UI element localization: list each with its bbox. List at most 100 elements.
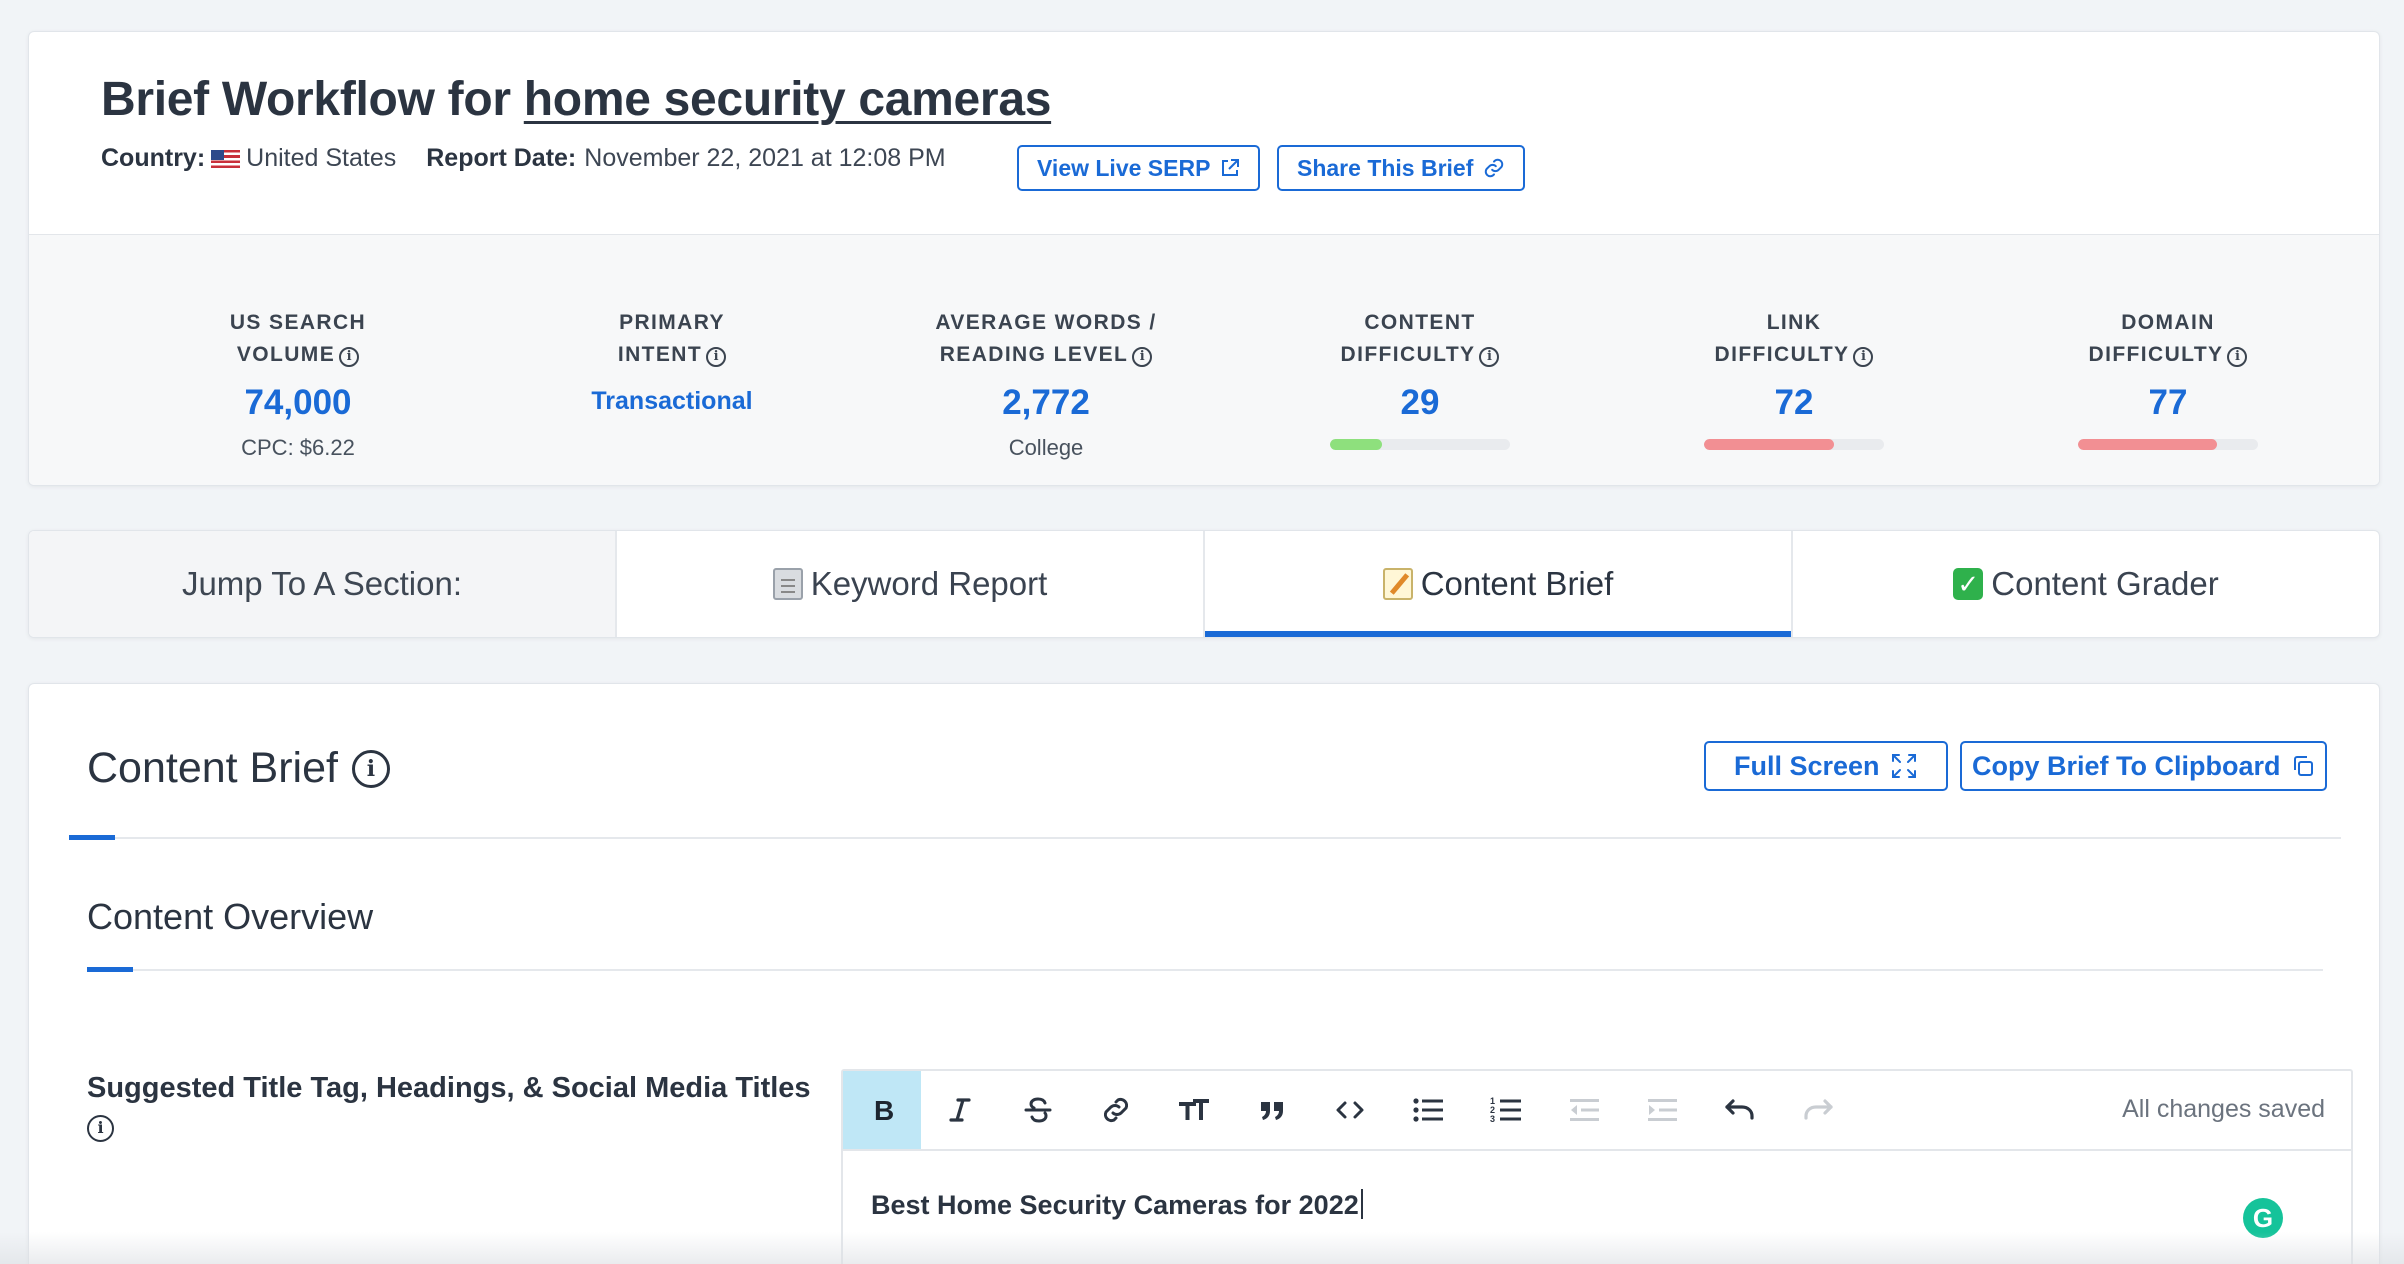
stat-value: Transactional [591, 387, 753, 415]
bold-button[interactable]: B [843, 1071, 921, 1149]
stat-label-line2: VOLUME [236, 343, 336, 366]
outdent-button[interactable] [1545, 1071, 1623, 1149]
save-status: All changes saved [2122, 1095, 2325, 1123]
editor-content[interactable]: Best Home Security Cameras for 2022 [871, 1189, 1363, 1221]
stat-label-line1: DOMAIN [2121, 311, 2215, 334]
redo-button[interactable] [1779, 1071, 1857, 1149]
expand-icon [1891, 754, 1916, 778]
info-icon[interactable]: i [339, 347, 360, 367]
indent-button[interactable] [1623, 1071, 1701, 1149]
tab-content-grader[interactable]: ✓ Content Grader [1793, 531, 2379, 637]
strikethrough-button[interactable] [999, 1071, 1077, 1149]
us-flag-icon [211, 149, 241, 168]
info-icon[interactable]: i [351, 749, 390, 788]
memo-icon [1382, 568, 1413, 600]
info-icon[interactable]: i [2227, 347, 2248, 367]
content-overview-title: Content Overview [87, 896, 374, 937]
stat-label: DOMAIN DIFFICULTY i [2018, 307, 2318, 371]
copy-brief-label: Copy Brief To Clipboard [1972, 750, 2281, 781]
undo-icon [1725, 1099, 1754, 1120]
clipboard-icon [772, 568, 803, 600]
numbered-list-button[interactable]: 123 [1467, 1071, 1545, 1149]
code-button[interactable] [1311, 1071, 1389, 1149]
code-icon [1336, 1101, 1364, 1119]
link-icon [1485, 158, 1504, 178]
editor-title-text[interactable]: Best Home Security Cameras for 2022 [871, 1190, 1359, 1220]
svg-text:3: 3 [1490, 1114, 1495, 1124]
stat-label-line2: READING LEVEL [939, 343, 1129, 366]
difficulty-bar-fill [1704, 439, 1834, 450]
view-live-serp-button[interactable]: View Live SERP [1017, 145, 1261, 191]
share-brief-button[interactable]: Share This Brief [1277, 145, 1526, 191]
brief-header-top: Brief Workflow for home security cameras… [29, 32, 2379, 234]
info-icon[interactable]: i [1479, 347, 1500, 367]
stat-label-line1: AVERAGE WORDS / [935, 311, 1157, 334]
difficulty-bar [1330, 439, 1510, 450]
italic-icon [949, 1098, 971, 1122]
bullet-list-button[interactable] [1389, 1071, 1467, 1149]
country-label: Country: [101, 144, 206, 172]
stat-label-line2: DIFFICULTY [1714, 343, 1850, 366]
overview-accent-bar [87, 967, 133, 972]
numbered-list-icon: 123 [1490, 1096, 1521, 1124]
stat-label-line1: PRIMARY [619, 311, 725, 334]
stat-label: AVERAGE WORDS / READING LEVEL i [896, 307, 1196, 371]
info-icon[interactable]: i [87, 1115, 114, 1142]
share-brief-label: Share This Brief [1297, 154, 1474, 181]
heading-accent-bar [69, 835, 115, 840]
link-icon [1103, 1097, 1129, 1123]
tab-content-brief-label: Content Brief [1420, 565, 1614, 602]
section-tabs: Jump To A Section: Keyword Report Conten… [28, 530, 2380, 638]
check-mark-icon: ✓ [1953, 568, 1984, 600]
quote-button[interactable] [1233, 1071, 1311, 1149]
difficulty-bar-fill [2078, 439, 2217, 450]
title-prefix: Brief Workflow for [101, 73, 511, 126]
italic-button[interactable] [921, 1071, 999, 1149]
stat-label-line1: US SEARCH [229, 311, 367, 334]
outdent-icon [1570, 1099, 1599, 1121]
difficulty-bar-fill [1330, 439, 1383, 450]
overview-divider [87, 969, 2323, 971]
heading-divider [69, 837, 2341, 839]
full-screen-button[interactable]: Full Screen [1704, 741, 1948, 791]
external-link-icon [1222, 159, 1240, 176]
redo-icon [1804, 1099, 1833, 1120]
info-icon[interactable]: i [706, 347, 727, 367]
quote-icon [1261, 1102, 1283, 1120]
stat-value: 2,772 [1002, 383, 1090, 422]
text-caret [1360, 1189, 1363, 1219]
stat-label: US SEARCH VOLUME i [148, 307, 448, 371]
jump-to-section-text: Jump To A Section: [181, 565, 463, 602]
tab-keyword-report[interactable]: Keyword Report [617, 531, 1205, 637]
copy-icon [2293, 756, 2313, 776]
difficulty-bar [1704, 439, 1884, 450]
stat-value: 29 [1400, 383, 1440, 422]
tab-content-brief[interactable]: Content Brief [1205, 531, 1793, 637]
copy-brief-button[interactable]: Copy Brief To Clipboard [1960, 741, 2327, 791]
report-date-label: Report Date: [426, 144, 577, 172]
link-button[interactable] [1077, 1071, 1155, 1149]
stat-label: CONTENT DIFFICULTY i [1270, 307, 1570, 371]
text-size-button[interactable] [1155, 1071, 1233, 1149]
page-title: Brief Workflow for home security cameras [101, 72, 2379, 127]
info-icon[interactable]: i [1132, 347, 1153, 367]
bullet-list-icon [1413, 1098, 1443, 1122]
view-live-serp-label: View Live SERP [1037, 154, 1211, 181]
title-keyword-link[interactable]: home security cameras [524, 73, 1052, 126]
content-brief-card: Content Brief i Full Screen Copy Brief T… [28, 683, 2380, 1264]
suggested-titles-label: Suggested Title Tag, Headings, & Social … [87, 1070, 847, 1142]
report-date-value: November 22, 2021 at 12:08 PM [584, 144, 946, 172]
country-value: United States [246, 144, 397, 172]
stat-label-line1: LINK [1766, 311, 1822, 334]
keyword-stats-panel: US SEARCH VOLUME i 74,000 CPC: $6.22 PRIM… [29, 234, 2379, 485]
editor-toolbar: B 123 All changes saved [843, 1071, 2351, 1151]
stat-cpc: CPC: $6.22 [241, 435, 355, 460]
stat-label-line1: CONTENT [1364, 311, 1476, 334]
stat-label-line2: DIFFICULTY [1340, 343, 1476, 366]
tab-content-grader-label: Content Grader [1991, 565, 2219, 602]
indent-icon [1648, 1099, 1677, 1121]
info-icon[interactable]: i [1853, 347, 1874, 367]
undo-button[interactable] [1701, 1071, 1779, 1149]
strikethrough-icon [1024, 1097, 1052, 1123]
tab-keyword-report-label: Keyword Report [810, 565, 1048, 602]
